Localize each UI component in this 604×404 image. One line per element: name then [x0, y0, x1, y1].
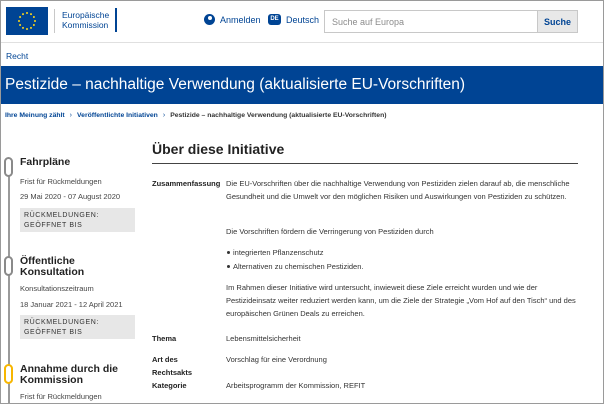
status-line-1: RÜCKMELDUNGEN:: [24, 319, 99, 326]
list-item: Alternativen zu chemischen Pestiziden.: [227, 262, 364, 271]
search-bar: Suche: [324, 10, 578, 33]
site-header: Europäische Kommission Anmelden DE Deuts…: [1, 1, 603, 41]
initiative-timeline: Fahrpläne Frist für Rückmeldungen 29 Mai…: [1, 141, 141, 403]
summary-paragraph-1: Die EU-Vorschriften über die nachhaltige…: [226, 179, 570, 201]
timeline-step-date: 29 Mai 2020 - 07 August 2020: [20, 192, 121, 201]
kategorie-label: Kategorie: [152, 381, 187, 390]
timeline-marker-icon: [4, 157, 13, 177]
timeline-title-line-2: Konsultation: [20, 266, 85, 278]
thema-label: Thema: [152, 334, 177, 343]
status-line-2: GEÖFFNET BIS: [24, 329, 83, 336]
search-button[interactable]: Suche: [537, 11, 577, 32]
timeline-step-date: 18 Januar 2021 - 12 April 2021: [20, 300, 123, 309]
rechtsakt-label-line-1: Art des: [152, 355, 178, 364]
timeline-step-title: Öffentliche Konsultation: [20, 256, 138, 278]
page-frame: Europäische Kommission Anmelden DE Deuts…: [0, 0, 604, 404]
section-title: Über diese Initiative: [152, 141, 285, 157]
search-input[interactable]: [325, 11, 537, 32]
breadcrumb-item-ihre-meinung[interactable]: Ihre Meinung zählt: [5, 112, 65, 119]
thema-value: Lebensmittelsicherheit: [226, 334, 301, 343]
language-selector[interactable]: DE Deutsch: [268, 14, 319, 25]
logo-line-2: Kommission: [62, 20, 109, 30]
kategorie-value: Arbeitsprogramm der Kommission, REFIT: [226, 381, 366, 390]
status-line-2: GEÖFFNET BIS: [24, 222, 83, 229]
timeline-step-subtitle: Frist für Rückmeldungen: [20, 177, 102, 186]
login-link[interactable]: Anmelden: [204, 14, 261, 25]
page-title-bar: Pestizide – nachhaltige Verwendung (aktu…: [1, 66, 603, 104]
eu-flag-icon: [6, 7, 48, 35]
timeline-marker-active-icon: [4, 364, 13, 384]
language-label: Deutsch: [286, 14, 320, 25]
ec-logo[interactable]: Europäische Kommission: [6, 7, 118, 35]
timeline-status-badge: RÜCKMELDUNGEN: GEÖFFNET BIS: [20, 315, 135, 339]
header-divider: [1, 42, 603, 43]
timeline-status-badge: RÜCKMELDUNGEN: GEÖFFNET BIS: [20, 208, 135, 232]
summary-paragraph-3: Im Rahmen dieser Initiative wird untersu…: [226, 283, 576, 318]
logo-line-1: Europäische: [62, 10, 110, 20]
breadcrumb-separator-icon: ›: [162, 112, 166, 119]
status-line-1: RÜCKMELDUNGEN:: [24, 212, 99, 219]
language-icon: DE: [268, 14, 281, 25]
login-label: Anmelden: [220, 14, 261, 25]
list-item: integrierten Pflanzenschutz: [226, 248, 324, 257]
rechtsakt-label: Art des Rechtsakts: [152, 353, 192, 379]
timeline-step-title: Annahme durch die Kommission: [20, 364, 138, 386]
timeline-step-subtitle: Frist für Rückmeldungen: [20, 392, 102, 401]
timeline-step-subtitle: Konsultationszeitraum: [20, 284, 94, 293]
logo-text: Europäische Kommission: [62, 10, 109, 30]
logo-accent-bar: [115, 8, 117, 32]
site-section-link[interactable]: Recht: [6, 51, 28, 61]
breadcrumb-separator-icon: ›: [69, 112, 73, 119]
section-divider: [152, 163, 578, 164]
breadcrumb-item-initiativen[interactable]: Veröffentlichte Initiativen: [77, 112, 158, 119]
timeline-marker-icon: [4, 256, 13, 276]
summary-paragraph-2: Die Vorschriften fördern die Verringerun…: [226, 227, 434, 236]
logo-divider: [54, 9, 55, 33]
summary-label: Zusammenfassung: [152, 179, 221, 188]
timeline-title-line-2: Kommission: [20, 374, 84, 386]
page-title: Pestizide – nachhaltige Verwendung (aktu…: [5, 76, 466, 93]
user-icon: [204, 14, 215, 25]
breadcrumb-item-current: Pestizide – nachhaltige Verwendung (aktu…: [170, 112, 387, 119]
breadcrumb: Ihre Meinung zählt › Veröffentlichte Ini…: [5, 112, 386, 119]
rechtsakt-label-line-2: Rechtsakts: [152, 368, 193, 377]
rechtsakt-value: Vorschlag für eine Verordnung: [226, 355, 327, 364]
timeline-step-title: Fahrpläne: [20, 156, 71, 168]
